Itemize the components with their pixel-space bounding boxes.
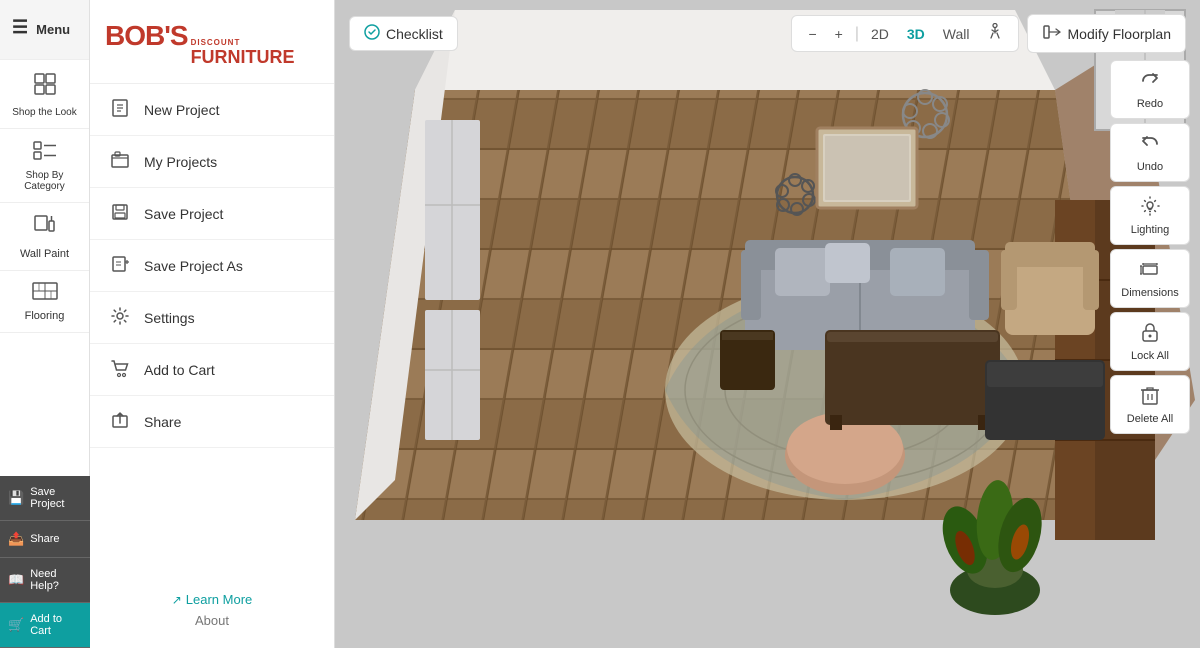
dropdown-panel: BOB'S DISCOUNT FURNITURE New Project — [90, 0, 335, 648]
save-icon: 💾 — [8, 490, 24, 506]
delete-all-label: Delete All — [1127, 413, 1173, 425]
new-project-icon — [110, 98, 130, 121]
sidebar-bottom: 💾 Save Project 📤 Share 📖 Need Help? 🛒 Ad… — [0, 476, 90, 648]
bottom-share[interactable]: 📤 Share — [0, 521, 90, 558]
dropdown-menu-list: New Project My Projects Save Project — [90, 84, 334, 448]
share-menu-label: Share — [144, 414, 181, 430]
dropdown-my-projects[interactable]: My Projects — [90, 136, 334, 188]
flooring-icon — [31, 281, 59, 306]
help-label: Need Help? — [30, 568, 82, 592]
undo-button[interactable]: Undo — [1110, 123, 1190, 182]
checklist-button[interactable]: Checklist — [349, 16, 458, 51]
dropdown-save-project[interactable]: Save Project — [90, 188, 334, 240]
divider-1: | — [855, 25, 859, 43]
sidebar-item-flooring[interactable]: Flooring — [0, 271, 89, 333]
sidebar-item-shop-look[interactable]: Shop the Look — [0, 60, 89, 129]
undo-icon — [1139, 132, 1161, 157]
dimensions-label: Dimensions — [1121, 287, 1178, 299]
dimensions-icon — [1139, 258, 1161, 283]
bottom-add-to-cart[interactable]: 🛒 Add to Cart — [0, 603, 90, 648]
modify-icon — [1042, 22, 1062, 45]
view-2d-button[interactable]: 2D — [865, 24, 895, 44]
cart-icon: 🛒 — [8, 617, 24, 633]
save-project-as-icon — [110, 254, 130, 277]
my-projects-label: My Projects — [144, 154, 217, 170]
settings-label: Settings — [144, 310, 195, 326]
lighting-label: Lighting — [1131, 224, 1170, 236]
dropdown-save-project-as[interactable]: Save Project As — [90, 240, 334, 292]
view-controls: − + | 2D 3D Wall — [791, 15, 1018, 52]
help-icon: 📖 — [8, 572, 24, 588]
sidebar-item-shop-category[interactable]: Shop By Category — [0, 129, 89, 203]
add-to-cart-icon — [110, 358, 130, 381]
lock-all-button[interactable]: Lock All — [1110, 312, 1190, 371]
sidebar-item-wall-paint[interactable]: Wall Paint — [0, 203, 89, 271]
share-icon: 📤 — [8, 531, 24, 547]
delete-all-button[interactable]: Delete All — [1110, 375, 1190, 434]
logo-area: BOB'S DISCOUNT FURNITURE — [90, 0, 334, 84]
dimensions-button[interactable]: Dimensions — [1110, 249, 1190, 308]
new-project-label: New Project — [144, 102, 219, 118]
add-to-cart-label: Add to Cart — [144, 362, 215, 378]
right-action-panel: Redo Undo Lighting — [1110, 60, 1190, 434]
sidebar-shop-category-label: Shop By Category — [5, 170, 84, 192]
checklist-label: Checklist — [386, 26, 443, 42]
main-canvas: Checklist − + | 2D 3D Wall — [335, 0, 1200, 648]
sidebar-flooring-label: Flooring — [25, 310, 65, 322]
lock-icon — [1140, 321, 1160, 346]
menu-icon: ☰ — [12, 17, 28, 38]
sidebar-shop-look-label: Shop the Look — [12, 107, 77, 118]
modify-label: Modify Floorplan — [1068, 26, 1172, 42]
save-project-icon — [110, 202, 130, 225]
sidebar-item-menu[interactable]: ☰ Menu — [0, 0, 89, 60]
sidebar-menu-label: Menu — [36, 22, 70, 37]
view-wall-button[interactable]: Wall — [937, 24, 976, 44]
dropdown-share[interactable]: Share — [90, 396, 334, 448]
save-project-as-label: Save Project As — [144, 258, 243, 274]
dropdown-footer: ↗ Learn More About — [90, 572, 334, 648]
lighting-button[interactable]: Lighting — [1110, 186, 1190, 245]
view-3d-button[interactable]: 3D — [901, 24, 931, 44]
dropdown-new-project[interactable]: New Project — [90, 84, 334, 136]
logo-furniture: FURNITURE — [191, 47, 295, 68]
bottom-need-help[interactable]: 📖 Need Help? — [0, 558, 90, 603]
modify-floorplan-button[interactable]: Modify Floorplan — [1027, 14, 1187, 53]
dropdown-add-to-cart[interactable]: Add to Cart — [90, 344, 334, 396]
learn-more-text: Learn More — [186, 592, 252, 607]
cart-label: Add to Cart — [30, 613, 82, 637]
settings-icon — [110, 306, 130, 329]
undo-label: Undo — [1137, 161, 1163, 173]
redo-icon — [1139, 69, 1161, 94]
top-toolbar: Checklist − + | 2D 3D Wall — [349, 14, 1186, 53]
bottom-save-project[interactable]: 💾 Save Project — [0, 476, 90, 521]
lock-all-label: Lock All — [1131, 350, 1169, 362]
redo-label: Redo — [1137, 98, 1163, 110]
external-link-icon: ↗ — [172, 593, 182, 607]
share-menu-icon — [110, 410, 130, 433]
view-controls-group: − + | 2D 3D Wall — [791, 14, 1186, 53]
shop-category-icon — [31, 139, 59, 166]
zoom-out-button[interactable]: − — [802, 24, 822, 44]
share-label: Share — [30, 533, 59, 545]
view-walk-button[interactable] — [982, 21, 1008, 46]
left-sidebar: ☰ Menu Shop the Look Shop By Category — [0, 0, 90, 648]
save-project-label: Save Project — [144, 206, 223, 222]
about-text: About — [110, 613, 314, 628]
save-label: Save Project — [30, 486, 82, 510]
room-view — [335, 0, 1200, 648]
sidebar-wall-paint-label: Wall Paint — [20, 248, 69, 260]
my-projects-icon — [110, 150, 130, 173]
zoom-in-button[interactable]: + — [829, 24, 849, 44]
lighting-icon — [1139, 195, 1161, 220]
redo-button[interactable]: Redo — [1110, 60, 1190, 119]
wall-paint-icon — [32, 213, 58, 244]
delete-icon — [1140, 384, 1160, 409]
learn-more-link[interactable]: ↗ Learn More — [110, 592, 314, 607]
shop-look-icon — [31, 70, 59, 103]
dropdown-settings[interactable]: Settings — [90, 292, 334, 344]
logo-bobs: BOB'S — [105, 20, 188, 52]
checklist-icon — [364, 24, 380, 43]
logo-discount: DISCOUNT — [191, 38, 295, 47]
